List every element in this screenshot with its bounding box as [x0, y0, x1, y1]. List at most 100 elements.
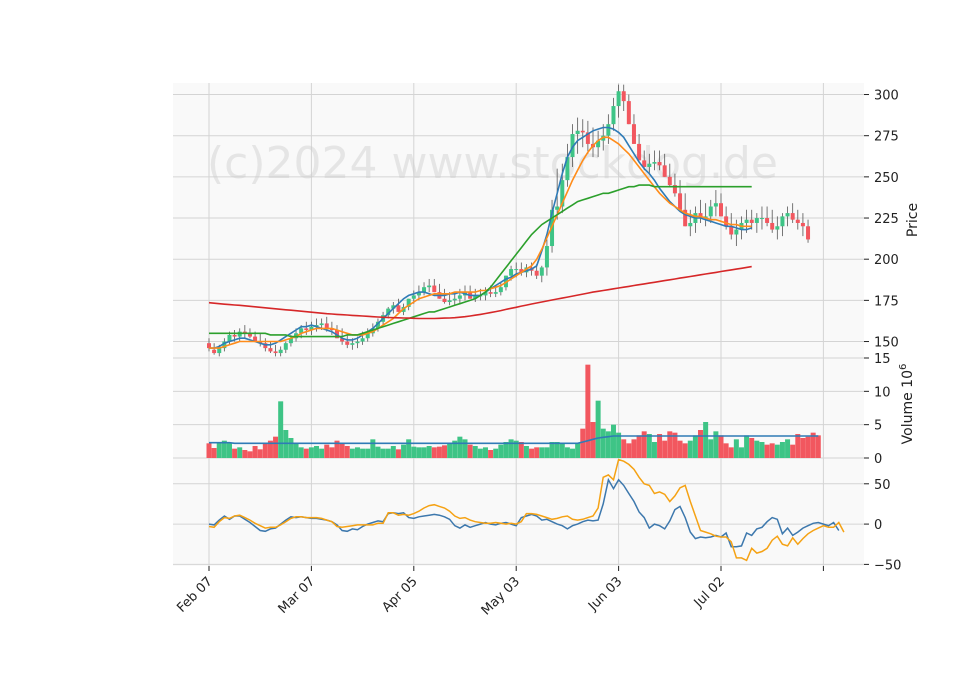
candle-down	[770, 222, 775, 230]
candle-down	[432, 285, 437, 293]
volume-bar	[662, 440, 668, 458]
volume-bar	[293, 443, 299, 458]
watermark-text: (c)2024 www.stockdog.de	[207, 138, 778, 189]
volume-bar	[467, 444, 473, 458]
candle-down	[232, 334, 237, 337]
volume-bar	[610, 424, 616, 458]
candle-down	[268, 348, 273, 352]
candle-up	[575, 130, 580, 135]
volume-bar	[237, 447, 243, 458]
candle-up	[539, 267, 544, 276]
candle-down	[719, 203, 723, 217]
candle-up	[452, 298, 457, 301]
candle-up	[606, 124, 611, 136]
price-y-tick-label: 200	[874, 253, 899, 268]
candle-up	[713, 203, 718, 207]
volume-bar	[595, 400, 601, 458]
candle-down	[488, 292, 493, 294]
volume-bar	[621, 439, 627, 458]
candle-up	[780, 216, 785, 227]
volume-bar	[575, 443, 581, 458]
candle-up	[457, 295, 462, 299]
candle-up	[744, 219, 749, 223]
volume-bar	[472, 446, 478, 458]
candle-down	[304, 328, 309, 331]
volume-bar	[242, 450, 248, 458]
volume-bar	[790, 444, 796, 458]
volume-bar	[605, 431, 611, 458]
volume-bar	[800, 438, 806, 458]
price-panel	[173, 83, 864, 358]
price-y-tick-label: 175	[874, 294, 899, 309]
volume-bar	[744, 435, 750, 458]
volume-bar	[488, 450, 494, 458]
candle-up	[509, 269, 514, 276]
volume-bar	[708, 439, 714, 458]
volume-bar	[442, 445, 448, 458]
oscillator-y-tick-label: 50	[874, 478, 891, 493]
volume-bar	[360, 448, 366, 458]
volume-bar	[431, 447, 437, 458]
oscillator-panel	[173, 458, 864, 566]
volume-bar	[298, 447, 304, 458]
volume-bar	[646, 434, 652, 458]
volume-bar	[257, 449, 263, 458]
volume-bar	[795, 434, 801, 458]
volume-bar	[769, 443, 775, 458]
candle-up	[498, 287, 503, 293]
volume-bar	[815, 435, 821, 458]
volume-bar	[774, 444, 780, 458]
volume-bar	[754, 440, 760, 458]
volume-bar	[626, 443, 632, 458]
price-y-tick-label: 250	[874, 171, 899, 186]
volume-bar	[698, 430, 704, 458]
volume-bar	[375, 446, 381, 458]
candle-down	[806, 226, 811, 240]
candle-down	[765, 218, 770, 223]
candle-down	[345, 341, 350, 345]
volume-bar	[718, 435, 724, 458]
candle-down	[795, 219, 800, 223]
volume-bar	[354, 447, 360, 458]
volume-bar	[329, 447, 335, 458]
volume-bar	[349, 448, 355, 458]
volume-bar	[692, 435, 698, 458]
candle-down	[662, 165, 667, 177]
price-y-tick-label: 275	[874, 130, 899, 145]
candle-down	[631, 124, 636, 144]
candle-up	[493, 292, 498, 294]
volume-bar	[785, 439, 791, 458]
volume-bar	[498, 444, 504, 458]
volume-bar	[278, 401, 284, 458]
volume-bar	[529, 448, 535, 458]
volume-bar	[759, 442, 765, 458]
candle-up	[514, 269, 519, 271]
candle-down	[273, 351, 278, 354]
candle-up	[411, 295, 416, 299]
volume-y-tick-label: 10	[874, 385, 891, 400]
candle-up	[427, 285, 432, 288]
candle-up	[447, 300, 452, 303]
volume-bar	[380, 448, 386, 458]
volume-bar	[303, 448, 309, 458]
candle-up	[708, 206, 713, 217]
volume-bar	[723, 443, 729, 458]
volume-bar	[447, 443, 453, 458]
candle-up	[647, 163, 652, 167]
volume-bar	[677, 440, 683, 458]
candle-up	[544, 246, 549, 268]
volume-bar	[457, 436, 463, 458]
volume-bar	[314, 446, 320, 458]
volume-bar	[539, 447, 545, 458]
volume-bar	[508, 439, 514, 458]
candle-up	[555, 206, 560, 210]
volume-bar	[401, 444, 407, 458]
candle-down	[724, 216, 729, 227]
volume-bar	[273, 436, 279, 458]
price-axis-title: Price	[905, 203, 921, 237]
candle-down	[667, 176, 672, 186]
volume-bar	[395, 449, 401, 458]
volume-bar	[657, 434, 663, 458]
candle-down	[621, 91, 626, 102]
volume-bar	[462, 439, 468, 458]
